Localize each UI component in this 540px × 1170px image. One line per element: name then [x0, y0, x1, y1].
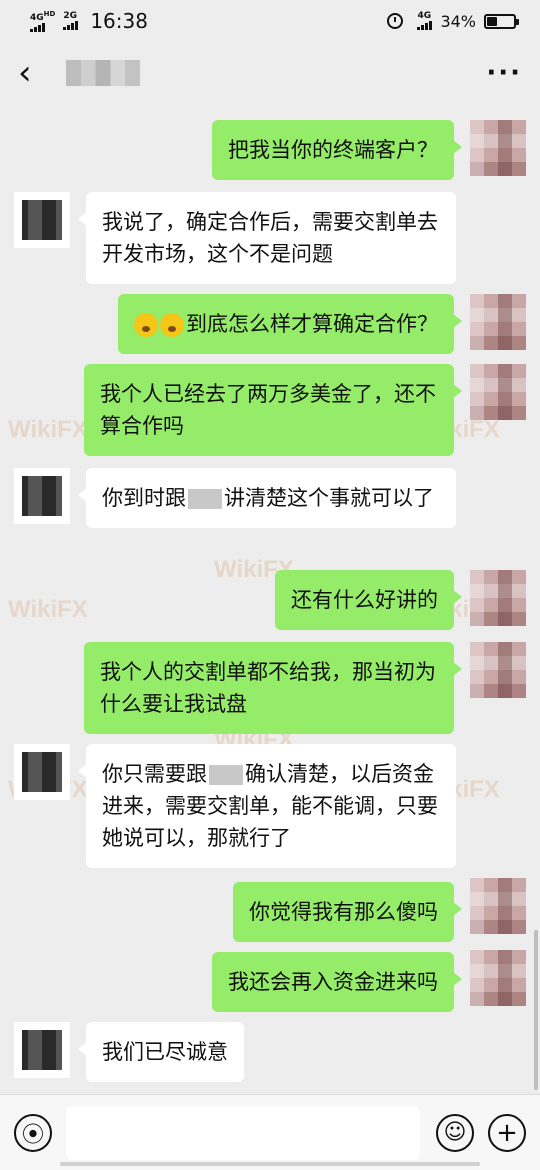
chat-messages[interactable]: WikiFX WikiFX WikiFX WikiFX WikiFX WikiF…	[0, 104, 540, 1094]
message-bubble-sent[interactable]: 我个人的交割单都不给我，那当初为什么要让我试盘	[84, 642, 462, 734]
contact-avatar[interactable]	[14, 744, 70, 800]
scrollbar[interactable]	[534, 930, 538, 1090]
self-avatar[interactable]	[470, 950, 526, 1006]
signal-bars-icon	[63, 21, 79, 30]
battery-icon	[484, 13, 519, 29]
voice-icon[interactable]: ⦿	[14, 1113, 52, 1152]
message-text: 到底怎么样才算确定合作？	[186, 312, 438, 336]
message-bubble-received[interactable]: 你到时跟 讲清楚这个事就可以了	[78, 468, 456, 528]
input-bar: ⦿ ☺ +	[0, 1094, 540, 1170]
plus-icon[interactable]: +	[488, 1113, 526, 1152]
message-bubble-received[interactable]: 我说了，确定合作后，需要交割单去开发市场，这个不是问题	[78, 192, 456, 284]
self-avatar[interactable]	[470, 570, 526, 626]
contact-avatar[interactable]	[14, 1022, 70, 1078]
self-avatar[interactable]	[470, 364, 526, 420]
chat-header: ‹ ···	[0, 42, 540, 104]
back-arrow-icon[interactable]: ‹	[18, 56, 48, 90]
redacted-name	[209, 765, 243, 785]
watermark-logo: WikiFX	[8, 416, 88, 443]
message-bubble-sent[interactable]: 到底怎么样才算确定合作？	[118, 294, 462, 354]
emoji-icon	[134, 313, 158, 337]
battery-fill	[487, 16, 497, 26]
home-indicator	[60, 1162, 480, 1166]
signal-4g-right-indicator: 4G	[417, 12, 433, 30]
contact-avatar[interactable]	[14, 192, 70, 248]
message-bubble-received[interactable]: 你只需要跟 确认清楚，以后资金进来，需要交割单，能不能调，只要她说可以，那就行了	[78, 744, 456, 868]
status-right: 4G 34%	[387, 11, 519, 31]
message-input[interactable]	[66, 1105, 420, 1160]
message-bubble-sent[interactable]: 我个人已经去了两万多美金了，还不算合作吗	[84, 364, 462, 456]
self-avatar[interactable]	[470, 294, 526, 350]
status-left: 4GHD 2G 16:38	[30, 9, 148, 33]
message-bubble-sent[interactable]: 我还会再入资金进来吗	[212, 952, 462, 1012]
contact-avatar[interactable]	[14, 468, 70, 524]
message-bubble-received[interactable]: 我们已尽诚意	[78, 1022, 244, 1082]
emoji-icon	[160, 313, 184, 337]
signal-bars-icon	[30, 23, 45, 32]
status-bar: 4GHD 2G 16:38 4G 34%	[0, 0, 540, 42]
signal-2g-indicator: 2G	[63, 12, 79, 30]
self-avatar[interactable]	[470, 878, 526, 934]
signal-4g-indicator: 4GHD	[30, 10, 55, 32]
message-bubble-sent[interactable]: 你觉得我有那么傻吗	[233, 882, 462, 942]
message-bubble-sent[interactable]: 把我当你的终端客户？	[212, 120, 462, 180]
contact-name-redacted	[66, 60, 140, 86]
more-options-icon[interactable]: ···	[486, 58, 522, 88]
signal-bars-icon	[417, 21, 433, 30]
message-text: 你只需要跟	[102, 762, 207, 786]
message-text: 讲清楚这个事就可以了	[224, 486, 434, 510]
message-text: 你到时跟	[102, 486, 186, 510]
clock-time: 16:38	[90, 9, 148, 33]
alarm-icon	[387, 13, 404, 29]
emoji-icon[interactable]: ☺	[436, 1113, 474, 1152]
watermark-logo: WikiFX	[8, 596, 88, 623]
self-avatar[interactable]	[470, 642, 526, 698]
self-avatar[interactable]	[470, 120, 526, 176]
redacted-name	[188, 489, 222, 509]
battery-percent: 34%	[440, 11, 476, 31]
message-bubble-sent[interactable]: 还有什么好讲的	[275, 570, 462, 630]
